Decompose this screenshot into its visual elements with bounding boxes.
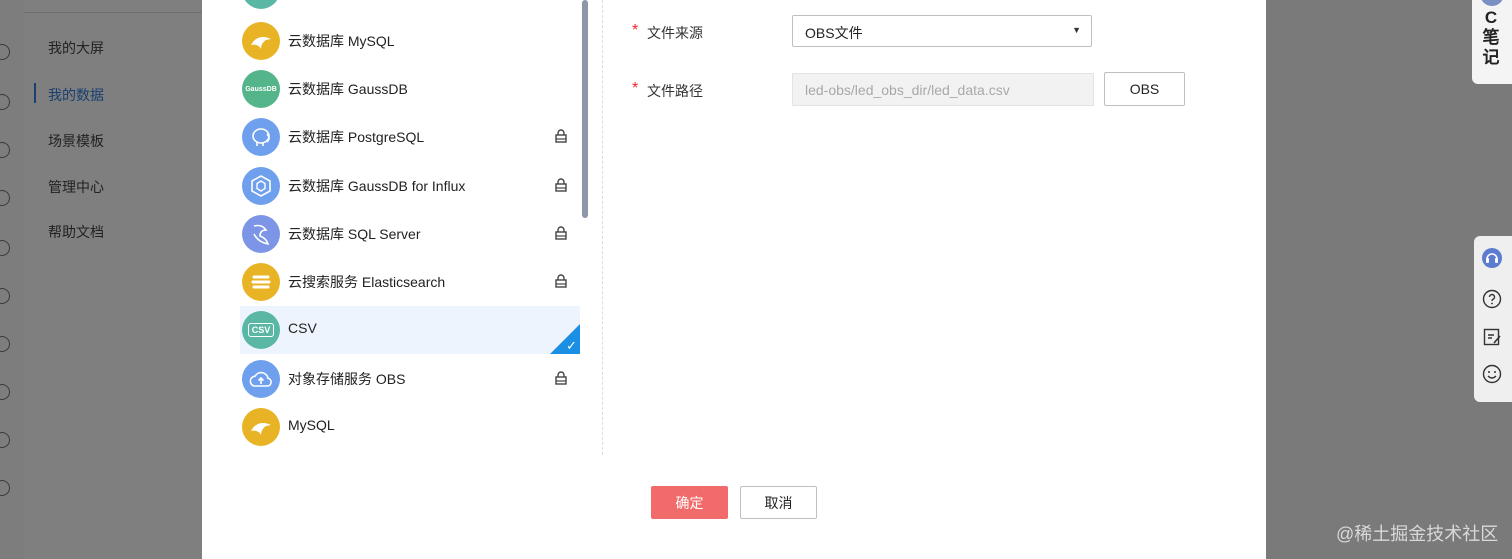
- obs-cloud-icon: [242, 360, 280, 398]
- datasource-item[interactable]: 云搜索服务 Elasticsearch: [240, 258, 580, 306]
- required-mark: *: [632, 80, 639, 97]
- datasource-label: 云数据库 SQL Server: [288, 226, 421, 242]
- influx-hexagon-icon: [242, 167, 280, 205]
- file-path-label: 文件路径: [647, 83, 703, 99]
- datasource-label: 云数据库 GaussDB for Influx: [288, 178, 466, 194]
- postgresql-elephant-icon: [242, 118, 280, 156]
- globe-icon: [0, 480, 10, 496]
- datasource-label: 对象存储服务 OBS: [288, 371, 406, 387]
- datasource-label: 云数据库 GaussDB: [288, 81, 408, 97]
- customer-service-icon[interactable]: [1482, 248, 1502, 268]
- datasource-label: 云数据库 PostgreSQL: [288, 129, 425, 145]
- cancel-button[interactable]: 取消: [740, 486, 817, 519]
- lock-icon: [554, 129, 568, 143]
- list-scrollbar[interactable]: [582, 0, 588, 218]
- datasource-icon: [242, 0, 280, 9]
- help-icon[interactable]: [1482, 289, 1502, 309]
- datasource-item[interactable]: GaussDB 云数据库 GaussDB: [240, 65, 580, 113]
- datasource-item[interactable]: 云数据库 SQL Server: [240, 210, 580, 258]
- datasource-modal: 云数据库 MySQL GaussDB 云数据库 GaussDB 云数据库 Postgr…: [202, 0, 1266, 559]
- required-mark: *: [632, 22, 639, 39]
- background-sidebar: 我的大屏 我的数据 场景模板 管理中心 帮助文档: [24, 0, 202, 559]
- csv-file-icon: CSV: [242, 311, 280, 349]
- feedback-edit-icon[interactable]: [1482, 327, 1502, 347]
- datasource-item[interactable]: 云数据库 PostgreSQL: [240, 113, 580, 161]
- smiley-icon[interactable]: [1482, 364, 1502, 384]
- datasource-item[interactable]: 云数据库 MySQL: [240, 17, 580, 65]
- watermark: @稀土掘金技术社区: [1336, 524, 1499, 544]
- panel-divider: [602, 0, 603, 455]
- datasource-item[interactable]: 云数据库 GaussDB for Influx: [240, 162, 580, 210]
- file-path-input[interactable]: led-obs/led_obs_dir/led_data.csv: [792, 73, 1094, 106]
- background-icon-bar: [0, 0, 24, 559]
- file-source-select[interactable]: OBS文件 ▼: [792, 15, 1092, 47]
- nav-icon: [0, 288, 10, 304]
- nav-icon: [0, 432, 10, 448]
- lock-icon: [554, 178, 568, 192]
- nav-icon: [0, 384, 10, 400]
- side-tool-panel: [1474, 236, 1512, 402]
- datasource-list: 云数据库 MySQL GaussDB 云数据库 GaussDB 云数据库 Postgr…: [240, 0, 580, 455]
- confirm-button[interactable]: 确定: [651, 486, 728, 519]
- checkmark-icon: ✓: [566, 338, 577, 353]
- nav-icon: [0, 44, 10, 60]
- sidebar-item-my-screens[interactable]: 我的大屏: [48, 38, 104, 58]
- sidebar-item-help-docs[interactable]: 帮助文档: [48, 222, 104, 242]
- file-source-label: 文件来源: [647, 25, 703, 41]
- chevron-down-icon: ▼: [1072, 25, 1081, 35]
- datasource-item[interactable]: CSV CSV ✓: [240, 306, 580, 354]
- nav-icon: [0, 336, 10, 352]
- file-source-value: OBS文件: [805, 25, 863, 41]
- lock-icon: [554, 371, 568, 385]
- avatar: [1480, 0, 1504, 6]
- notes-label: C笔记: [1482, 8, 1500, 67]
- lock-icon: [554, 274, 568, 288]
- gaussdb-icon: GaussDB: [242, 70, 280, 108]
- datasource-item[interactable]: 对象存储服务 OBS: [240, 355, 580, 403]
- datasource-item[interactable]: MySQL: [240, 403, 580, 451]
- datasource-label: 云数据库 MySQL: [288, 33, 395, 49]
- sidebar-item-management-center[interactable]: 管理中心: [48, 177, 104, 197]
- elasticsearch-icon: [242, 263, 280, 301]
- nav-icon: [0, 190, 10, 206]
- file-path-value: led-obs/led_obs_dir/led_data.csv: [805, 82, 1010, 98]
- nav-icon: [0, 94, 10, 110]
- icon-text: GaussDB: [245, 85, 277, 93]
- sqlserver-icon: [242, 215, 280, 253]
- csv-icon-text: CSV: [247, 323, 275, 337]
- sidebar-item-scene-templates[interactable]: 场景模板: [48, 131, 104, 151]
- sidebar-item-my-data[interactable]: 我的数据: [48, 85, 104, 105]
- nav-icon: [0, 240, 10, 256]
- list-item[interactable]: [240, 0, 580, 14]
- obs-browse-button[interactable]: OBS: [1104, 72, 1185, 106]
- mysql-dolphin-icon: [242, 22, 280, 60]
- active-indicator: [34, 83, 36, 103]
- notes-tab[interactable]: C笔记: [1472, 0, 1512, 84]
- nav-icon: [0, 142, 10, 158]
- datasource-label: MySQL: [288, 417, 335, 433]
- mysql-dolphin-icon: [242, 408, 280, 446]
- datasource-label: 云搜索服务 Elasticsearch: [288, 274, 446, 290]
- datasource-label: CSV: [288, 320, 317, 336]
- lock-icon: [554, 226, 568, 240]
